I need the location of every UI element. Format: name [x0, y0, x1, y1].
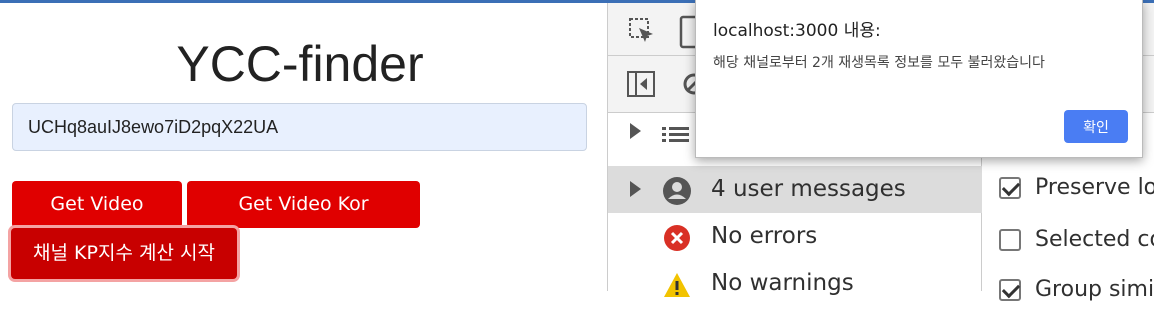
selected-context-checkbox[interactable]	[999, 229, 1021, 251]
group-similar-checkbox[interactable]	[999, 279, 1021, 301]
dialog-title: localhost:3000 내용:	[713, 21, 881, 41]
inspect-element-icon[interactable]	[628, 17, 656, 45]
dialog-ok-button[interactable]: 확인	[1064, 110, 1128, 143]
app-page: YCC-finder UCHq8auIJ8ewo7iD2pqX22UA Get …	[0, 3, 607, 291]
sidebar-item-label: No errors	[711, 223, 818, 249]
sidebar-item-label: No warnings	[711, 270, 854, 296]
warning-icon	[664, 273, 690, 297]
preserve-log-option[interactable]: Preserve log	[982, 166, 1154, 213]
sidebar-item-user-messages[interactable]: 4 user messages	[608, 166, 982, 213]
option-label: Group similar	[1035, 277, 1154, 302]
sidebar-item-errors[interactable]: No errors	[608, 213, 982, 260]
list-icon	[662, 127, 689, 142]
group-similar-option[interactable]: Group similar	[982, 268, 1154, 315]
option-label: Preserve log	[1035, 175, 1154, 200]
page-title: YCC-finder	[176, 36, 424, 92]
option-label: Selected context only	[1035, 227, 1154, 252]
expand-arrow-icon[interactable]	[630, 123, 641, 139]
sidebar-item-warnings[interactable]: No warnings	[608, 260, 982, 307]
get-video-kor-percent-button[interactable]: Get Video Kor Percent	[187, 181, 420, 262]
toggle-sidebar-icon[interactable]	[626, 70, 656, 98]
dialog-message: 해당 채널로부터 2개 재생목록 정보를 모두 불러왔습니다	[713, 55, 1045, 71]
preserve-log-checkbox[interactable]	[999, 177, 1021, 199]
kp-index-start-button[interactable]: 채널 KP지수 계산 시작	[11, 228, 237, 279]
selected-context-option[interactable]: Selected context only	[982, 218, 1154, 265]
channel-id-input[interactable]: UCHq8auIJ8ewo7iD2pqX22UA	[12, 103, 587, 151]
alert-dialog: localhost:3000 내용: 해당 채널로부터 2개 재생목록 정보를 …	[695, 0, 1143, 158]
get-video-cmt-button[interactable]: Get Video CMT	[12, 181, 182, 262]
user-icon	[663, 177, 691, 205]
sidebar-item-label: 4 user messages	[711, 176, 906, 202]
error-icon	[664, 225, 690, 251]
expand-arrow-icon[interactable]	[630, 181, 641, 197]
